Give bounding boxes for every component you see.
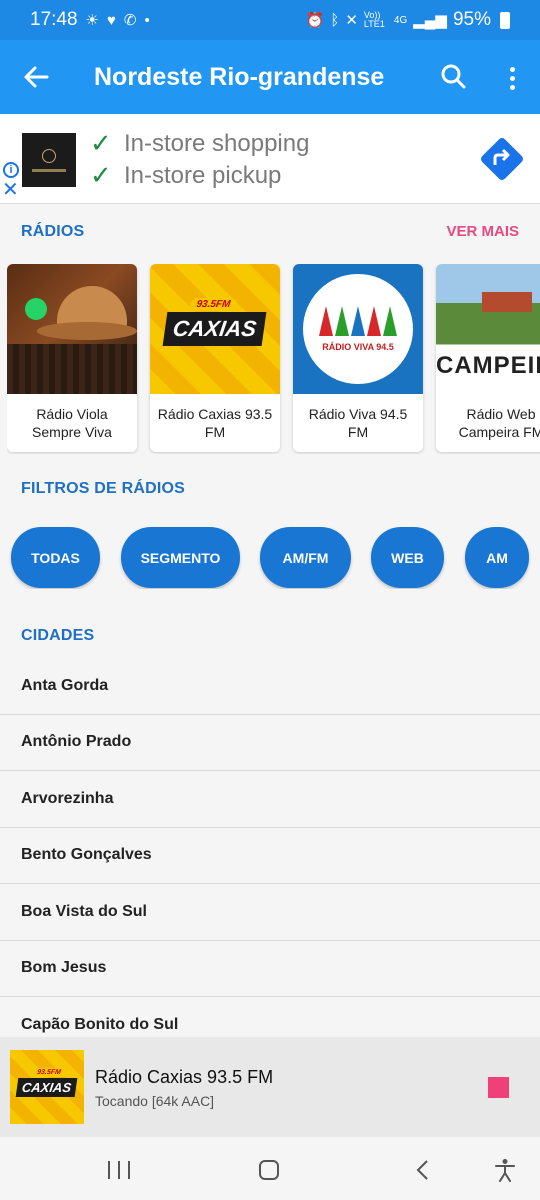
radio-logo-viola (7, 264, 137, 394)
cities-section-title: CIDADES (21, 627, 95, 644)
radio-carousel[interactable]: Rádio Viola Sempre Viva 93.5FM CAXIAS Rá… (7, 264, 540, 454)
ad-logo (22, 133, 76, 187)
filters-section-title: FILTROS DE RÁDIOS (21, 480, 185, 497)
whatsapp-icon: ✆ (123, 12, 137, 29)
radio-name: Rádio Viola Sempre Viva (32, 406, 112, 440)
volte-icon: Vo)) LTE1 (363, 10, 385, 29)
caxias-logo: 93.5FM CAXIAS (16, 1067, 78, 1097)
radio-card[interactable]: RÁDIO VIVA 94.5 Rádio Viva 94.5 FM (293, 264, 423, 452)
bluetooth-icon: ᛒ (330, 11, 340, 29)
radio-card[interactable]: CAMPEIRA Rádio Web Campeira FM (436, 264, 540, 452)
signal-icon: ▂▄▆ (413, 12, 447, 29)
more-dot-icon (509, 84, 515, 90)
viva-logo-text: RÁDIO VIVA 94.5 (322, 342, 394, 352)
filter-chip-web[interactable]: WEB (371, 527, 444, 588)
city-item[interactable]: Antônio Prado (0, 715, 540, 771)
radio-card[interactable]: 93.5FM CAXIAS Rádio Caxias 93.5 FM (150, 264, 280, 452)
player-title: Rádio Caxias 93.5 FM (95, 1067, 274, 1087)
accessibility-icon[interactable] (494, 1158, 516, 1182)
radio-name: Rádio Caxias 93.5 FM (157, 406, 273, 440)
hat-brim-image (37, 322, 137, 340)
player-thumbnail: 93.5FM CAXIAS (10, 1050, 84, 1124)
status-bar: 17:48 ☀ ♥ ✆ • ⏰ ᛒ ✕ Vo)) LTE1 4G ▂▄▆ 95% (0, 0, 540, 40)
whatsapp-icon (25, 298, 47, 320)
dot-icon: • (144, 11, 150, 29)
player-status: Tocando [64k AAC] (95, 1093, 215, 1109)
alarm-icon: ⏰ (305, 12, 325, 29)
search-button[interactable] (434, 58, 474, 98)
heart-icon: ♥ (107, 11, 116, 29)
viva-figures-icon (319, 306, 397, 336)
recent-apps-icon (118, 1161, 120, 1179)
app-bar: Nordeste Rio-grandense (0, 40, 540, 114)
sun-icon: ☀ (85, 12, 99, 29)
see-more-link[interactable]: VER MAIS (446, 223, 519, 240)
ad-info-icon[interactable]: i (3, 162, 19, 178)
radio-card[interactable]: Rádio Viola Sempre Viva (7, 264, 137, 452)
search-icon (441, 64, 466, 89)
ad-banner[interactable]: i ✕ ✓ In-store shopping ✓ In-store picku… (0, 114, 540, 204)
stop-button[interactable] (488, 1077, 509, 1098)
check-icon: ✓ (90, 128, 112, 158)
barn-image (482, 292, 532, 312)
arrow-left-icon (24, 66, 49, 88)
page-title: Nordeste Rio-grandense (94, 62, 385, 91)
status-left: 17:48 ☀ ♥ ✆ • (30, 9, 150, 31)
radio-name: Rádio Viva 94.5 FM (308, 406, 408, 440)
city-item[interactable]: Anta Gorda (0, 658, 540, 715)
back-button[interactable] (0, 40, 72, 114)
status-right: ⏰ ᛒ ✕ Vo)) LTE1 4G ▂▄▆ 95% (306, 9, 510, 31)
more-dot-icon (509, 75, 515, 81)
radios-section-title: RÁDIOS (21, 223, 85, 240)
ad-logo-emblem-icon (42, 148, 56, 163)
filter-chip-segmento[interactable]: SEGMENTO (121, 527, 240, 588)
ad-logo-lines (32, 168, 66, 172)
back-nav-button[interactable] (413, 1159, 433, 1181)
ad-line-1: ✓ In-store shopping (90, 128, 309, 159)
check-icon: ✓ (90, 160, 112, 190)
ad-line-1-text: In-store shopping (124, 129, 310, 157)
city-item[interactable]: Boa Vista do Sul (0, 884, 540, 941)
recent-apps-button[interactable] (108, 1161, 130, 1179)
ad-line-2: ✓ In-store pickup (90, 160, 281, 191)
filter-chip-amfm[interactable]: AM/FM (260, 527, 351, 588)
filter-chip-todas[interactable]: TODAS (11, 527, 100, 588)
more-dot-icon (509, 66, 515, 72)
ad-close-icon[interactable]: ✕ (2, 180, 19, 200)
campeira-logo-text: CAMPEIRA (436, 352, 540, 379)
radio-logo-viva: RÁDIO VIVA 94.5 (293, 264, 423, 394)
city-item[interactable]: Bento Gonçalves (0, 828, 540, 884)
recent-apps-icon (128, 1161, 130, 1179)
home-button[interactable] (259, 1160, 279, 1180)
caxias-logo-text: CAXIAS (21, 1079, 73, 1095)
guitar-image (7, 344, 137, 394)
recent-apps-icon (108, 1161, 110, 1179)
caxias-logo-text: CAXIAS (171, 316, 259, 341)
caxias-logo-badge: 93.5FM (30, 1067, 68, 1077)
caxias-logo-badge: 93.5FM (189, 298, 238, 311)
radio-logo-campeira: CAMPEIRA (436, 264, 540, 394)
city-list: Anta Gorda Antônio Prado Arvorezinha Ben… (0, 658, 540, 1054)
directions-icon[interactable] (479, 136, 525, 182)
4g-icon: 4G (393, 14, 408, 26)
radio-logo-caxias: 93.5FM CAXIAS (150, 264, 280, 394)
filter-chip-am[interactable]: AM (465, 527, 529, 588)
battery-icon (500, 11, 510, 29)
system-nav-bar (0, 1137, 540, 1200)
city-item[interactable]: Arvorezinha (0, 771, 540, 828)
more-options-button[interactable] (492, 58, 532, 98)
caxias-logo: 93.5FM CAXIAS (163, 298, 267, 346)
mute-icon: ✕ (345, 12, 358, 29)
radio-name: Rádio Web Campeira FM (458, 406, 540, 440)
ad-line-2-text: In-store pickup (124, 161, 282, 189)
filter-chips: TODAS SEGMENTO AM/FM WEB AM (0, 527, 540, 589)
viva-logo: RÁDIO VIVA 94.5 (303, 274, 413, 384)
battery-percent: 95% (452, 9, 491, 30)
city-item[interactable]: Bom Jesus (0, 941, 540, 997)
status-time: 17:48 (30, 9, 78, 30)
